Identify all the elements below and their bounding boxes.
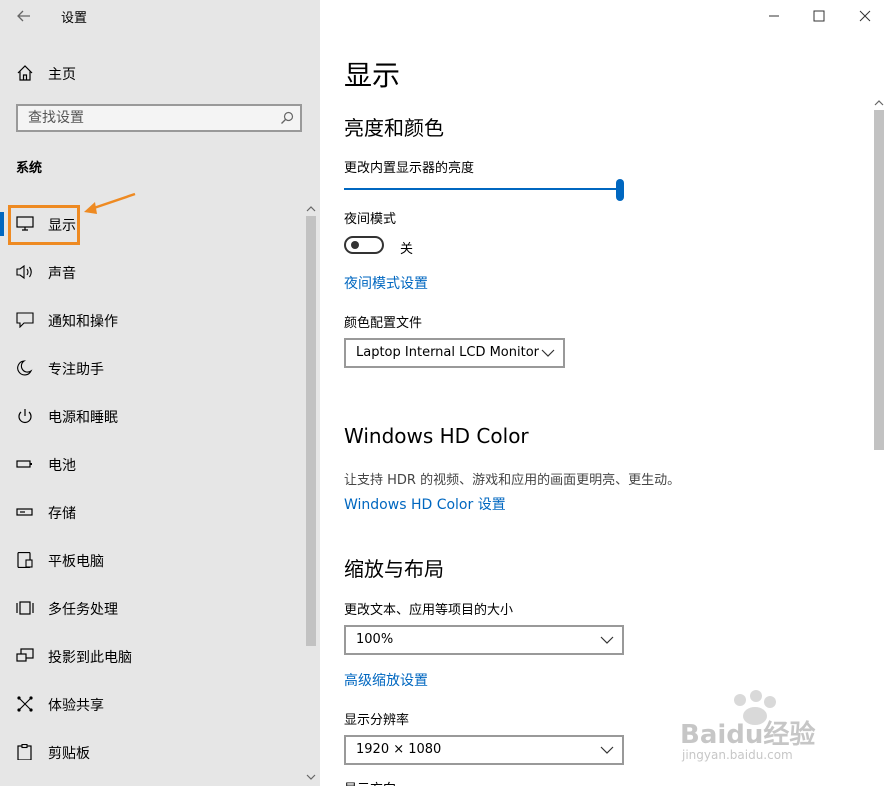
sidebar-item-label: 电源和睡眠 [48,410,118,426]
speaker-icon [16,264,32,280]
share-icon [17,696,33,712]
sidebar-scrollbar[interactable] [304,200,318,786]
annotation-highlight-box [8,205,80,245]
scroll-down-icon[interactable] [304,772,318,782]
search-input[interactable] [18,106,278,130]
section-title-hdr: Windows HD Color [344,424,529,448]
battery-icon [16,460,32,468]
scroll-up-icon[interactable] [304,204,318,214]
multitask-icon [16,601,34,615]
color-profile-label: 颜色配置文件 [344,316,423,331]
sidebar-item-label: 平板电脑 [48,554,104,570]
resolution-label: 显示分辨率 [344,713,410,728]
night-mode-label: 夜间模式 [344,212,397,227]
scale-dropdown[interactable]: 100% [344,625,624,655]
sidebar-item-power[interactable]: 电源和睡眠 [0,392,302,440]
sidebar-item-notifications[interactable]: 通知和操作 [0,296,302,344]
annotation-arrow-icon [84,192,136,214]
back-arrow-icon [17,10,30,22]
sidebar-item-home[interactable]: 主页 [0,58,320,88]
section-title-brightness: 亮度和颜色 [344,116,444,140]
watermark-text: Baidu经验 [680,720,816,750]
app-title: 设置 [61,11,88,26]
watermark-subtext: jingyan.baidu.com [682,748,793,762]
toggle-knob [351,241,359,249]
sidebar-item-label: 声音 [48,266,76,282]
moon-icon [17,360,33,376]
sidebar-item-focus-assist[interactable]: 专注助手 [0,344,302,392]
sidebar-item-label: 专注助手 [48,362,104,378]
sidebar-item-tablet[interactable]: 平板电脑 [0,536,302,584]
resolution-dropdown[interactable]: 1920 × 1080 [344,735,624,765]
advanced-scaling-link[interactable]: 高级缩放设置 [344,670,428,690]
power-icon [18,409,32,423]
main-scroll-thumb[interactable] [874,110,884,450]
close-icon[interactable] [855,6,875,26]
dropdown-value: Laptop Internal LCD Monitor [356,345,540,360]
main-scrollbar[interactable] [872,96,886,786]
chevron-down-icon [541,349,555,357]
sidebar-scroll-thumb[interactable] [306,216,316,646]
section-title-scale: 缩放与布局 [344,557,444,581]
sidebar-item-storage[interactable]: 存储 [0,488,302,536]
storage-icon [16,508,33,516]
chevron-down-icon [600,636,614,644]
main-content: 显示 亮度和颜色 更改内置显示器的亮度 夜间模式 关 夜间模式设置 颜色配置文件… [320,0,888,786]
sidebar-item-label: 通知和操作 [48,314,118,330]
sidebar-item-project[interactable]: 投影到此电脑 [0,632,302,680]
project-icon [16,648,34,662]
sidebar-item-label: 多任务处理 [48,602,118,618]
sidebar-item-label: 主页 [48,67,76,83]
sidebar-item-label: 投影到此电脑 [48,650,132,666]
sidebar-item-label: 剪贴板 [48,746,90,762]
search-icon[interactable] [280,111,294,125]
nav-list: 显示 声音 通知和操作 专注助手 电源和睡眠 电池 存储 平板电脑 多任务处理 … [0,200,302,776]
night-mode-settings-link[interactable]: 夜间模式设置 [344,273,428,293]
minimize-icon[interactable] [764,6,784,26]
search-box[interactable] [16,104,302,132]
dropdown-value: 1920 × 1080 [356,742,442,757]
tablet-icon [17,552,33,568]
scroll-up-icon[interactable] [872,98,886,108]
notification-icon [16,312,34,328]
back-button[interactable] [12,4,36,28]
section-header: 系统 [16,161,43,176]
scale-label: 更改文本、应用等项目的大小 [344,603,514,618]
orientation-label: 显示方向 [344,778,396,786]
home-icon [17,65,33,81]
active-indicator [0,212,4,236]
sidebar-item-shared[interactable]: 体验共享 [0,680,302,728]
sidebar-item-battery[interactable]: 电池 [0,440,302,488]
brightness-slider-thumb[interactable] [616,179,624,201]
chevron-down-icon [600,746,614,754]
night-mode-state: 关 [400,242,414,257]
hdr-description: 让支持 HDR 的视频、游戏和应用的画面更明亮、更生动。 [344,473,681,488]
sidebar-item-multitasking[interactable]: 多任务处理 [0,584,302,632]
night-mode-toggle[interactable] [344,236,384,254]
baidu-watermark: Baidu经验 jingyan.baidu.com [680,688,840,768]
brightness-slider[interactable] [344,188,620,190]
sidebar-item-sound[interactable]: 声音 [0,248,302,296]
sidebar-item-clipboard[interactable]: 剪贴板 [0,728,302,776]
maximize-icon[interactable] [809,6,829,26]
hdr-settings-link[interactable]: Windows HD Color 设置 [344,494,506,514]
clipboard-icon [17,744,32,760]
sidebar-item-label: 体验共享 [48,698,104,714]
sidebar-item-label: 存储 [48,506,76,522]
brightness-label: 更改内置显示器的亮度 [344,161,475,176]
page-title: 显示 [344,59,401,92]
sidebar-item-label: 电池 [48,458,76,474]
sidebar: 设置 主页 系统 显示 声音 [0,0,320,786]
dropdown-value: 100% [356,632,394,647]
color-profile-dropdown[interactable]: Laptop Internal LCD Monitor [344,338,565,368]
